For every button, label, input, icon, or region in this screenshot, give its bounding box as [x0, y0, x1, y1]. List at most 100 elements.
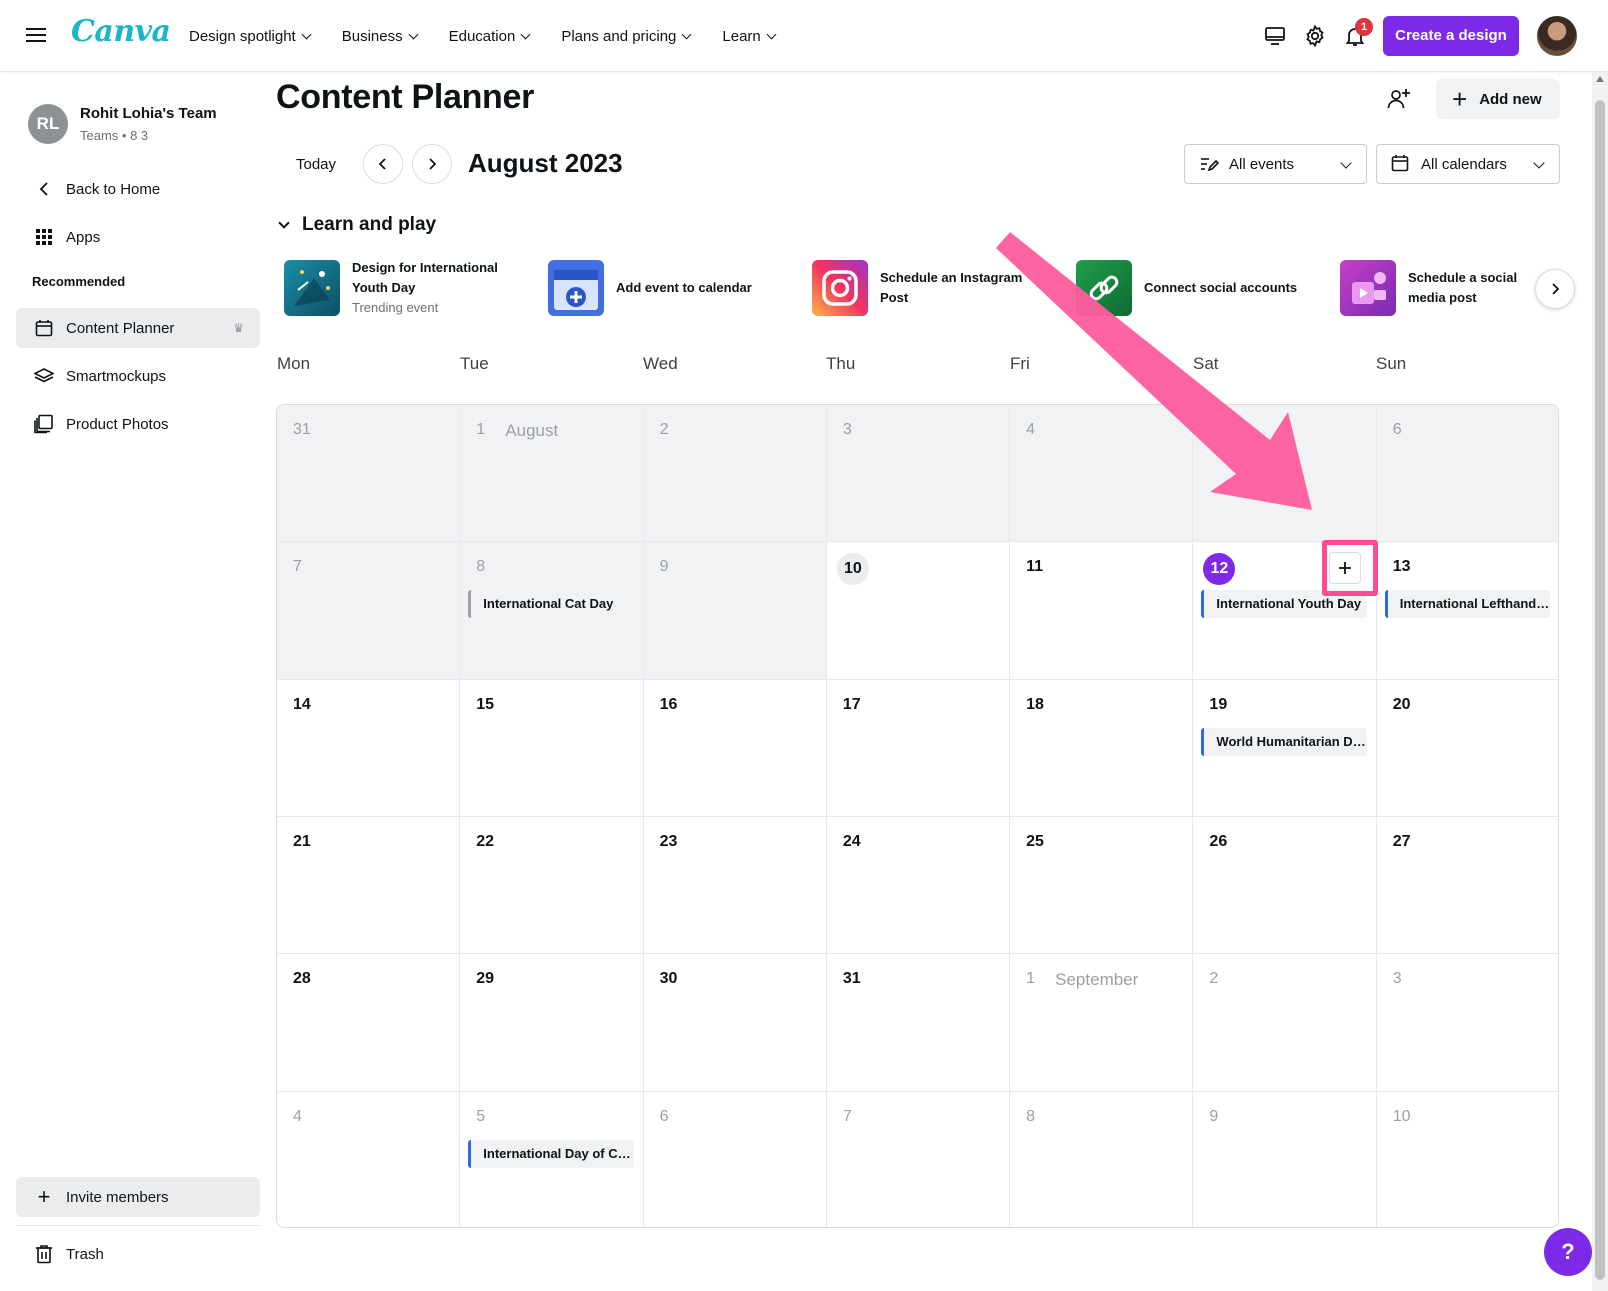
weekday-fri: Fri	[1010, 354, 1030, 373]
calendar-day-cell[interactable]: 8	[1010, 1091, 1194, 1227]
calendar-day-cell[interactable]: 14	[277, 679, 461, 817]
user-avatar[interactable]	[1537, 16, 1577, 56]
invite-members-button[interactable]: + Invite members	[16, 1177, 260, 1217]
help-button[interactable]: ?	[1544, 1228, 1592, 1276]
calendar-day-cell[interactable]: 9	[1193, 1091, 1377, 1227]
hamburger-menu-icon[interactable]	[26, 24, 46, 46]
lp-card-instagram[interactable]: Schedule an Instagram Post	[812, 259, 1052, 317]
calendar-event[interactable]: International Lefthanders Day	[1384, 590, 1550, 619]
calendar-day-cell[interactable]: 31	[826, 954, 1011, 1092]
calendar-day-cell[interactable]: 22	[460, 817, 644, 955]
today-button[interactable]: Today	[280, 146, 352, 182]
nav-design-spotlight[interactable]: Design spotlight	[189, 27, 312, 45]
lp-card-connect-social[interactable]: Connect social accounts	[1076, 259, 1316, 317]
sidebar-item-product-photos[interactable]: Product Photos	[16, 404, 260, 444]
calendar-day-cell[interactable]: 28	[277, 954, 461, 1092]
settings-icon[interactable]	[1303, 24, 1327, 48]
lp-card-youth-day[interactable]: Design for International Youth Day Trend…	[284, 259, 524, 317]
nav-label: Design spotlight	[189, 27, 296, 45]
calendar-day-cell[interactable]: 20	[1376, 680, 1558, 817]
calendar-day-cell[interactable]: 3	[1376, 954, 1558, 1092]
create-design-button[interactable]: Create a design	[1383, 16, 1519, 56]
lp-card-subtitle: Trending event	[352, 300, 439, 315]
desktop-icon[interactable]	[1263, 24, 1287, 48]
nav-learn[interactable]: Learn	[722, 28, 777, 45]
apps-link[interactable]: Apps	[16, 217, 260, 257]
calendar-day-cell[interactable]: 4	[1010, 405, 1194, 543]
calendar-day-cell[interactable]: 24	[826, 817, 1011, 955]
prev-month-button[interactable]	[363, 144, 403, 184]
nav-plans-pricing[interactable]: Plans and pricing	[561, 27, 692, 45]
nav-label: Plans and pricing	[561, 27, 677, 45]
calendar-day-cell[interactable]: 3	[826, 405, 1011, 543]
team-name[interactable]: Rohit Lohia's Team	[80, 105, 217, 122]
calendar-day-cell[interactable]: 18	[1010, 679, 1194, 817]
calendar-day-cell[interactable]: 29	[460, 954, 644, 1092]
trash-link[interactable]: Trash	[16, 1234, 260, 1274]
sidebar-item-label: Content Planner	[66, 319, 175, 337]
next-month-button[interactable]	[412, 144, 452, 184]
learn-and-play-toggle[interactable]: Learn and play	[276, 214, 436, 236]
calendar-day-cell[interactable]: 2	[643, 405, 827, 543]
calendar-day-cell[interactable]: 11	[1010, 542, 1194, 680]
calendar-day-cell[interactable]: 1 August	[460, 405, 644, 543]
calendar-day-cell[interactable]: 8 International Cat Day	[460, 542, 644, 680]
sidebar-item-smartmockups[interactable]: Smartmockups	[16, 356, 260, 396]
chevron-down-icon	[278, 216, 290, 229]
calendar-event[interactable]: International Youth Day	[1201, 590, 1367, 619]
calendar-event[interactable]: World Humanitarian Day	[1201, 727, 1367, 756]
calendar-event[interactable]: International Day of Charity	[468, 1139, 634, 1168]
calendar-day-cell[interactable]: 27	[1376, 817, 1558, 955]
scroll-up-arrow-icon[interactable]	[1596, 76, 1604, 82]
calendar-day-cell[interactable]: 10	[826, 542, 1011, 680]
calendar-day-cell[interactable]: 5 International Day of Charity	[460, 1091, 644, 1227]
learn-play-next-button[interactable]	[1535, 269, 1575, 309]
trash-label: Trash	[66, 1245, 104, 1263]
calendar-event[interactable]: International Cat Day	[468, 590, 634, 619]
calendar-day-cell[interactable]: 5	[1193, 405, 1377, 543]
day-number: 10	[836, 553, 869, 586]
weekday-sat: Sat	[1193, 354, 1219, 373]
nav-education[interactable]: Education	[449, 28, 531, 45]
calendar-day-cell[interactable]: 25	[1010, 817, 1194, 955]
add-event-plus-button[interactable]	[1328, 552, 1361, 585]
page-scrollbar[interactable]	[1592, 72, 1608, 1291]
plus-icon: +	[1452, 84, 1468, 114]
add-new-button[interactable]: + Add new	[1436, 79, 1560, 119]
calendar-day-cell[interactable]: 31	[277, 405, 461, 543]
calendar-day-cell[interactable]: 23	[643, 817, 827, 955]
calendar-day-cell[interactable]: 4	[277, 1091, 461, 1227]
lp-card-title: Schedule an Instagram Post	[880, 270, 1023, 305]
calendar-day-cell[interactable]: 2	[1193, 954, 1377, 1092]
lp-card-add-event[interactable]: Add event to calendar	[548, 259, 788, 317]
calendar-day-cell[interactable]: 12 International Youth Day	[1193, 542, 1377, 680]
calendar-day-cell[interactable]: 17	[826, 679, 1011, 817]
back-to-home-link[interactable]: Back to Home	[16, 169, 260, 209]
calendars-filter-dropdown[interactable]: All calendars	[1376, 144, 1560, 184]
calendar-day-cell[interactable]: 10	[1377, 1092, 1558, 1227]
calendar-day-cell[interactable]: 13 International Lefthanders Day	[1376, 542, 1558, 680]
day-number: 6	[1392, 421, 1402, 438]
nav-business[interactable]: Business	[342, 28, 419, 45]
day-number: 9	[1209, 1107, 1219, 1125]
sidebar-item-content-planner[interactable]: Content Planner ♛	[16, 308, 260, 348]
calendar-day-cell[interactable]: 30	[643, 954, 827, 1092]
calendar-day-cell[interactable]: 16	[643, 679, 827, 817]
scrollbar-thumb[interactable]	[1595, 100, 1605, 1280]
day-number: 2	[659, 421, 669, 438]
canva-logo[interactable]: Canva	[71, 14, 171, 49]
calendar-day-cell[interactable]: 9	[643, 542, 827, 680]
calendar-day-cell[interactable]: 6	[644, 1091, 827, 1227]
calendar-day-cell[interactable]: 7	[277, 542, 461, 680]
calendar-day-cell[interactable]: 7	[827, 1091, 1011, 1227]
calendar-day-cell[interactable]: 15	[460, 679, 644, 817]
events-filter-dropdown[interactable]: All events	[1184, 144, 1367, 184]
calendar-day-cell[interactable]: 6	[1376, 405, 1558, 543]
team-avatar[interactable]: RL	[28, 104, 68, 144]
calendar-day-cell[interactable]: 19 World Humanitarian Day	[1193, 679, 1377, 817]
calendar-day-cell[interactable]: 1 September	[1010, 954, 1194, 1092]
lp-card-schedule-social[interactable]: Schedule a social media post	[1340, 259, 1552, 317]
add-people-icon[interactable]	[1386, 86, 1412, 112]
calendar-day-cell[interactable]: 21	[277, 817, 461, 955]
calendar-day-cell[interactable]: 26	[1193, 817, 1377, 955]
